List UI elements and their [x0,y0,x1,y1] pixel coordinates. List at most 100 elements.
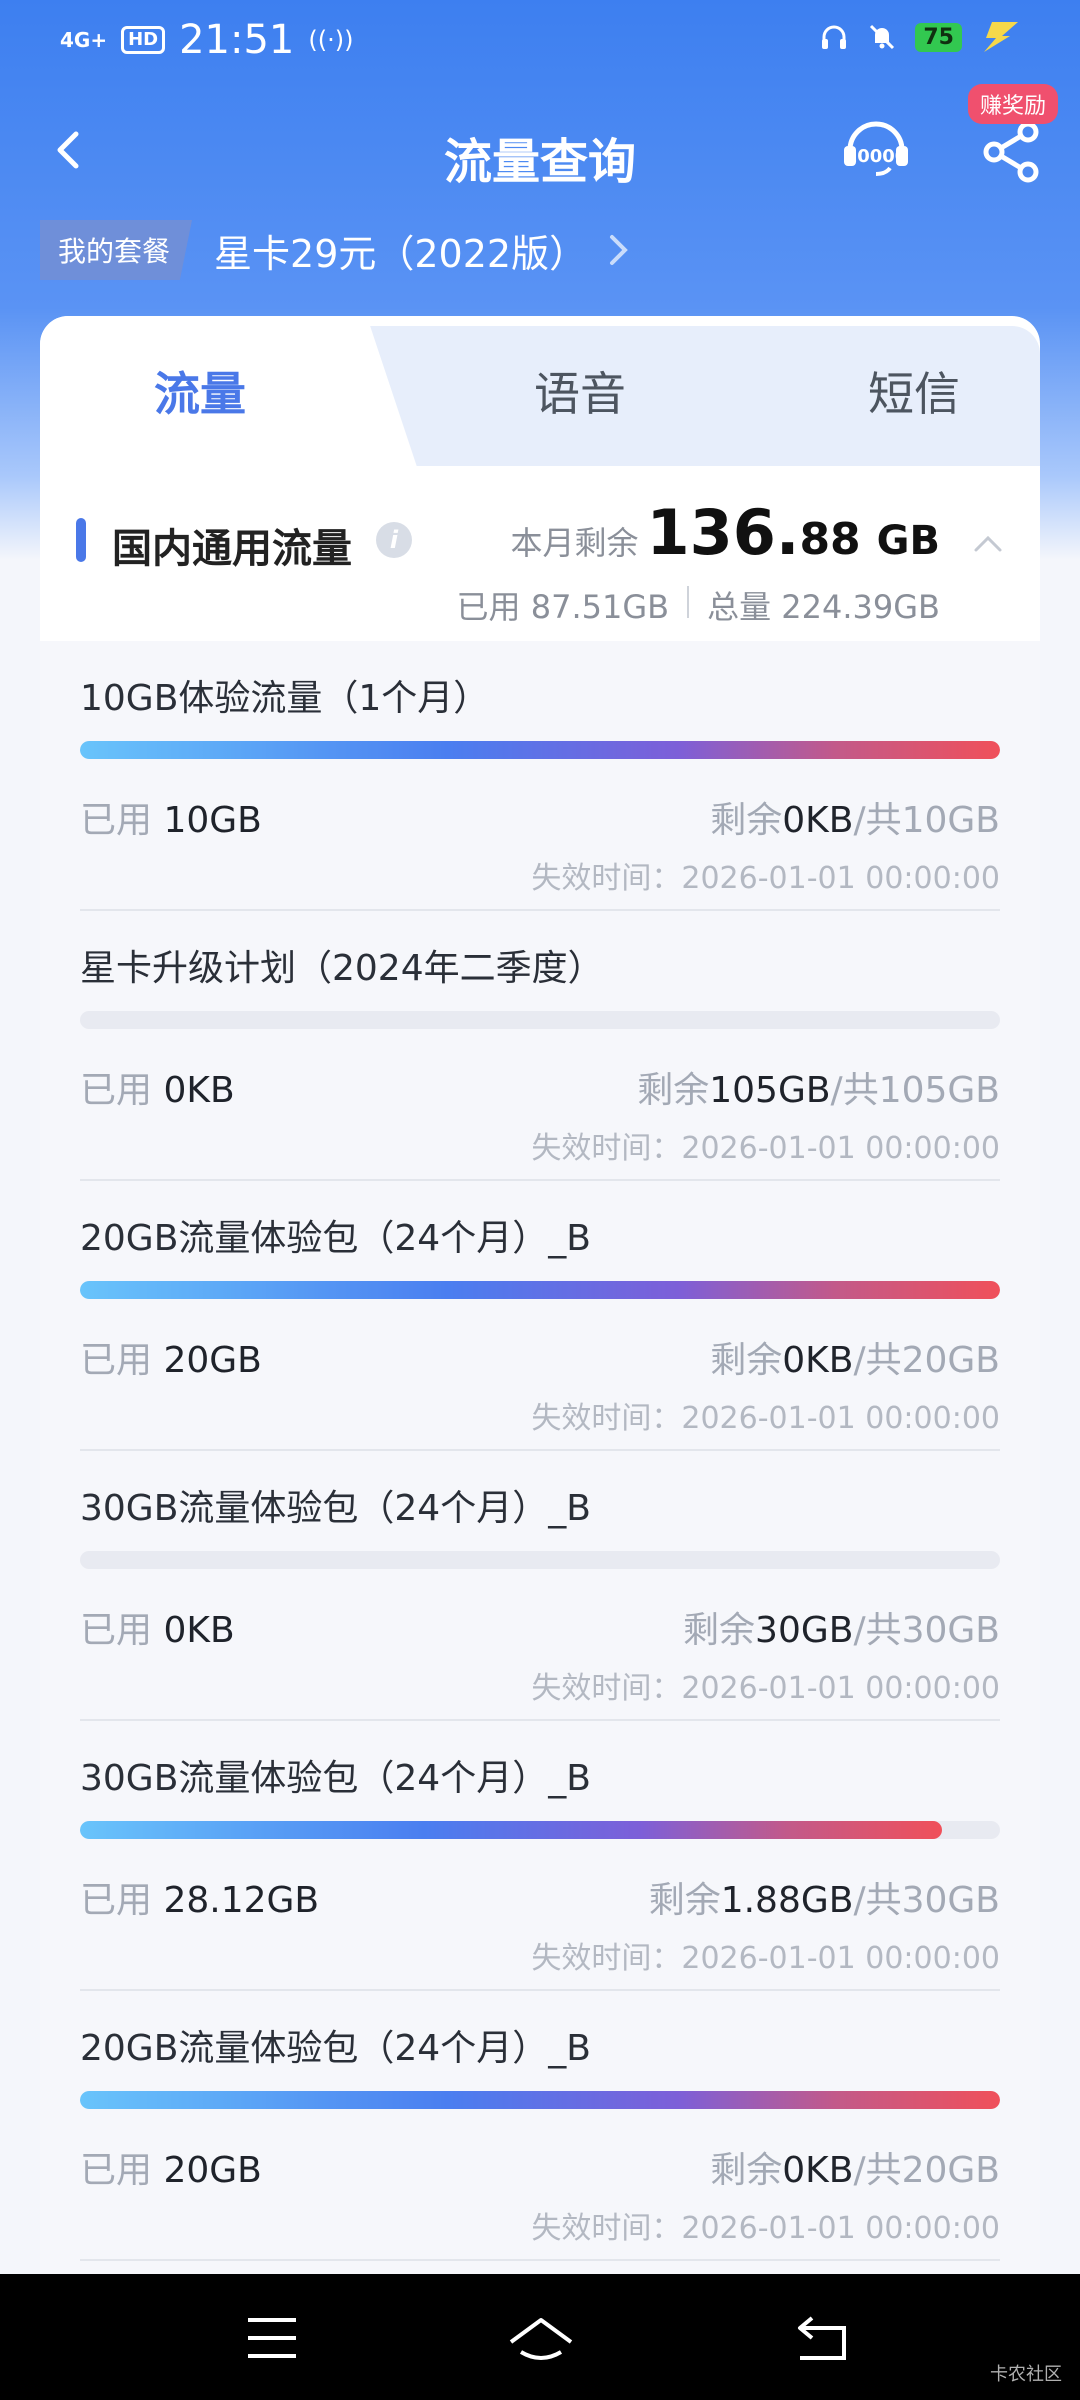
page-title: 流量查询 [443,134,636,190]
usage-progress-bar [80,1821,1000,1839]
total-value: 共105GB [842,1070,1000,1111]
package-item: 10GB体验流量（1个月） 已用 10GB 剩余0KB/共10GB 失效时间：2… [80,641,1000,911]
status-bar: 4G+ HD 21:51 ((·)) 75 [0,0,1080,80]
package-used: 已用 20GB [80,1340,262,1381]
hd-indicator: HD [121,26,166,54]
share-icon[interactable] [978,118,1046,186]
package-remaining: 剩余30GB/共30GB [683,1610,1000,1651]
total-value: 共20GB [865,1340,1000,1381]
package-item-name: 10GB体验流量（1个月） [80,678,490,719]
expiry-time: 失效时间：2026-01-01 00:00:00 [531,1131,1000,1166]
used-value: 28.12GB [163,1880,320,1921]
usage-card: 流量 语音 短信 国内通用流量 i 本月剩余 136.88 GB 已用 87.5… [40,316,1040,2276]
remaining-value: 30GB [755,1610,854,1651]
nfc-icon: ((·)) [308,26,354,54]
remaining-value: 1.88GB [720,1880,854,1921]
package-remaining: 剩余0KB/共20GB [710,2150,1000,2191]
usage-progress-bar [80,2091,1000,2109]
package-item-name: 星卡升级计划（2024年二季度） [80,948,604,989]
remaining-unit: GB [876,518,940,564]
status-time: 21:51 [179,17,295,63]
headphone-icon [822,25,847,49]
home-icon[interactable] [505,2312,577,2364]
package-list: 10GB体验流量（1个月） 已用 10GB 剩余0KB/共10GB 失效时间：2… [40,641,1040,2276]
section-title: 国内通用流量 [112,526,352,572]
total-value: 共30GB [865,1880,1000,1921]
package-remaining: 剩余0KB/共10GB [710,800,1000,841]
reward-badge[interactable]: 赚奖励 [968,84,1059,124]
menu-icon[interactable] [242,2312,302,2364]
tab-data[interactable]: 流量 [90,358,310,424]
back-nav-icon[interactable] [792,2312,852,2364]
remaining-value: 105GB [709,1070,831,1111]
chevron-up-icon[interactable] [972,528,1004,560]
section-accent-bar [76,518,86,562]
package-item: 20GB流量体验包（24个月）_B 已用 20GB 剩余0KB/共20GB 失效… [80,1181,1000,1451]
package-remaining: 剩余0KB/共20GB [710,1340,1000,1381]
section-header: 国内通用流量 i 本月剩余 136.88 GB 已用 87.51GB 总量 22… [40,466,1040,641]
chevron-right-icon [610,235,628,265]
package-used: 已用 28.12GB [80,1880,320,1921]
expiry-time: 失效时间：2026-01-01 00:00:00 [531,1671,1000,1706]
expiry-time: 失效时间：2026-01-01 00:00:00 [531,861,1000,896]
usage-totals: 已用 87.51GB 总量 224.39GB [457,582,940,628]
package-used: 已用 20GB [80,2150,262,2191]
overall-total: 总量 224.39GB [707,588,940,626]
watermark: 卡农社区 [990,2364,1062,2385]
package-item: 30GB流量体验包（24个月）_B 已用 0KB 剩余30GB/共30GB 失效… [80,1451,1000,1721]
expiry-time: 失效时间：2026-01-01 00:00:00 [531,2211,1000,2246]
package-used: 已用 10GB [80,800,262,841]
used-value: 0KB [163,1610,235,1651]
package-item: 30GB流量体验包（24个月）_B 已用 28.12GB 剩余1.88GB/共3… [80,1721,1000,1991]
remaining-value: 0KB [782,2150,854,2191]
package-used: 已用 0KB [80,1070,235,1111]
package-item-name: 30GB流量体验包（24个月）_B [80,1488,591,1529]
remaining-value: 0KB [782,800,854,841]
status-right: 75 [819,20,1020,54]
customer-service-10000-icon[interactable]: 10000 [840,114,912,186]
usage-progress-fill [80,741,1000,759]
usage-progress-bar [80,741,1000,759]
usage-progress-bar [80,1551,1000,1569]
info-icon[interactable]: i [376,522,412,558]
usage-progress-bar [80,1011,1000,1029]
divider [687,586,690,618]
charging-bolt-icon [984,22,1018,52]
package-item-name: 20GB流量体验包（24个月）_B [80,1218,591,1259]
package-remaining: 剩余105GB/共105GB [637,1070,1000,1111]
used-value: 20GB [163,2150,262,2191]
used-value: 0KB [163,1070,235,1111]
monthly-remaining: 本月剩余 136.88 GB [510,496,940,569]
package-name: 星卡29元（2022版） [214,231,588,276]
total-value: 共30GB [865,1610,1000,1651]
svg-text:10000: 10000 [845,146,908,167]
battery-indicator: 75 [915,22,962,52]
system-navigation-bar [0,2274,1080,2400]
expiry-time: 失效时间：2026-01-01 00:00:00 [531,1401,1000,1436]
package-item-name: 30GB流量体验包（24个月）_B [80,1758,591,1799]
tab-sms[interactable]: 短信 [804,358,1024,424]
usage-progress-bar [80,1281,1000,1299]
package-remaining: 剩余1.88GB/共30GB [648,1880,1000,1921]
usage-progress-fill [80,2091,1000,2109]
remaining-label: 本月剩余 [510,524,639,562]
used-total: 已用 87.51GB [456,588,670,626]
package-tag: 我的套餐 [40,220,193,280]
mute-bell-icon [870,24,895,50]
total-value: 共10GB [865,800,1000,841]
usage-progress-fill [80,1281,1000,1299]
remaining-value: 136.88 [646,496,861,569]
remaining-value: 0KB [782,1340,854,1381]
package-used: 已用 0KB [80,1610,235,1651]
usage-progress-fill [80,1821,943,1839]
tab-voice[interactable]: 语音 [470,358,690,424]
used-value: 10GB [163,800,262,841]
signal-indicator: 4G+ [60,28,108,52]
package-row[interactable]: 我的套餐 星卡29元（2022版） [40,218,631,282]
header: 流量查询 10000 [0,100,1080,200]
package-item: 星卡升级计划（2024年二季度） 已用 0KB 剩余105GB/共105GB 失… [80,911,1000,1181]
package-item: 20GB流量体验包（24个月）_B 已用 20GB 剩余0KB/共20GB 失效… [80,1991,1000,2261]
expiry-time: 失效时间：2026-01-01 00:00:00 [531,1941,1000,1976]
total-value: 共20GB [865,2150,1000,2191]
status-left: 4G+ HD 21:51 ((·)) [60,18,353,62]
